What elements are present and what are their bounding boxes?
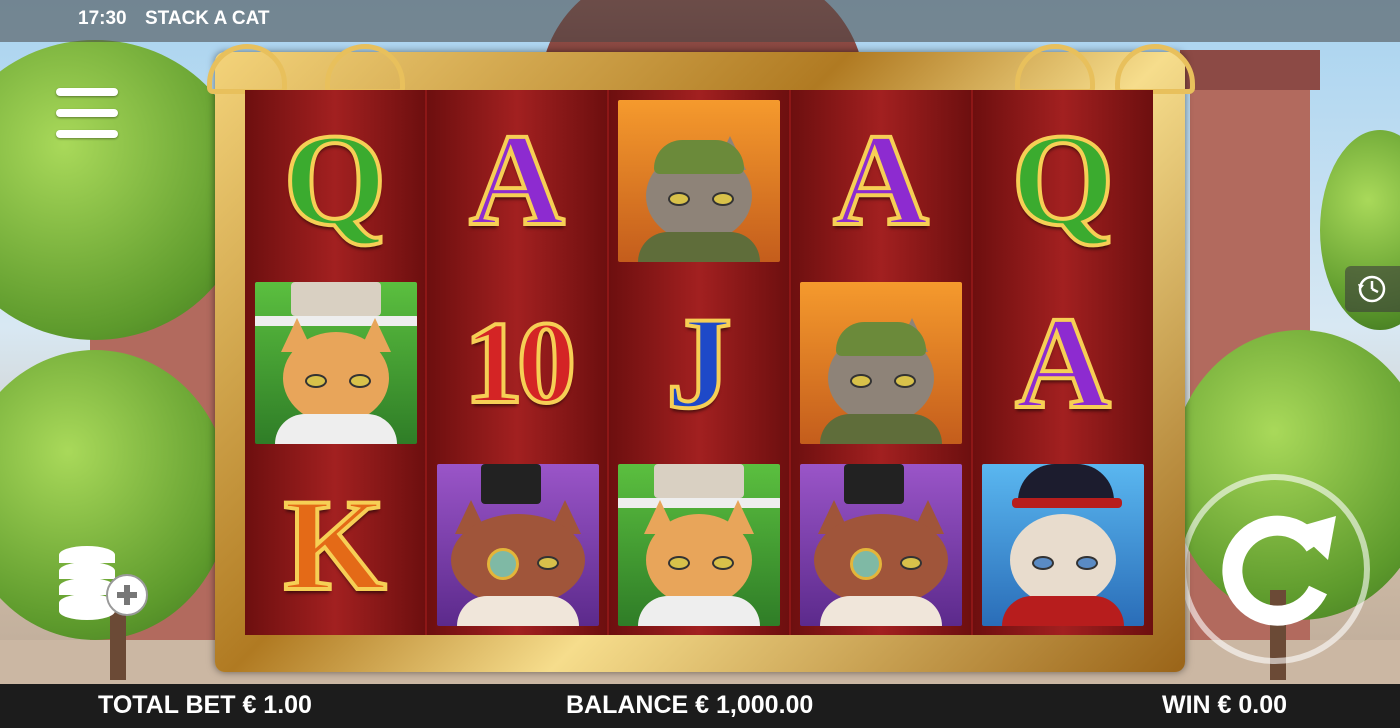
symbol-k: K bbox=[282, 471, 389, 618]
symbol-10: 10 bbox=[462, 297, 578, 428]
symbol-cat-top-hat bbox=[255, 282, 417, 444]
symbol-j: J bbox=[664, 289, 734, 436]
clock-history-icon bbox=[1358, 275, 1386, 303]
reel-area: Q K A 10 J A Q A bbox=[245, 90, 1153, 635]
symbol-cat-bowler bbox=[982, 464, 1144, 626]
symbol-a: A bbox=[1013, 289, 1112, 436]
total-bet-display: TOTAL BET € 1.00 bbox=[98, 691, 312, 719]
symbol-cat-flat-cap bbox=[618, 100, 780, 262]
symbol-a: A bbox=[831, 106, 930, 253]
game-title: STACK A CAT bbox=[145, 8, 270, 29]
reel-frame: Q K A 10 J A Q A bbox=[207, 44, 1195, 672]
symbol-cat-top-hat bbox=[618, 464, 780, 626]
background-tower-top bbox=[1180, 50, 1320, 90]
symbol-a: A bbox=[467, 106, 566, 253]
history-button[interactable] bbox=[1345, 266, 1400, 312]
spin-arrow-icon bbox=[1222, 515, 1336, 626]
status-bar: 17:30 STACK A CAT bbox=[0, 0, 1400, 42]
balance-display: BALANCE € 1,000.00 bbox=[566, 691, 814, 719]
hamburger-menu-icon[interactable] bbox=[56, 88, 118, 146]
coins-plus-icon bbox=[59, 546, 148, 620]
symbol-cat-monocle bbox=[800, 464, 962, 626]
symbol-q: Q bbox=[282, 106, 389, 253]
bet-settings-button[interactable] bbox=[55, 545, 151, 625]
frame-ornament bbox=[1015, 44, 1095, 94]
bottom-bar: TOTAL BET € 1.00 BALANCE € 1,000.00 WIN … bbox=[0, 684, 1400, 728]
frame-ornament bbox=[325, 44, 405, 94]
symbol-q: Q bbox=[1010, 106, 1117, 253]
spin-button[interactable] bbox=[1180, 474, 1370, 664]
win-display: WIN € 0.00 bbox=[1162, 691, 1288, 719]
symbol-cat-monocle bbox=[437, 464, 599, 626]
symbol-cat-flat-cap bbox=[800, 282, 962, 444]
clock-time: 17:30 bbox=[78, 8, 127, 29]
